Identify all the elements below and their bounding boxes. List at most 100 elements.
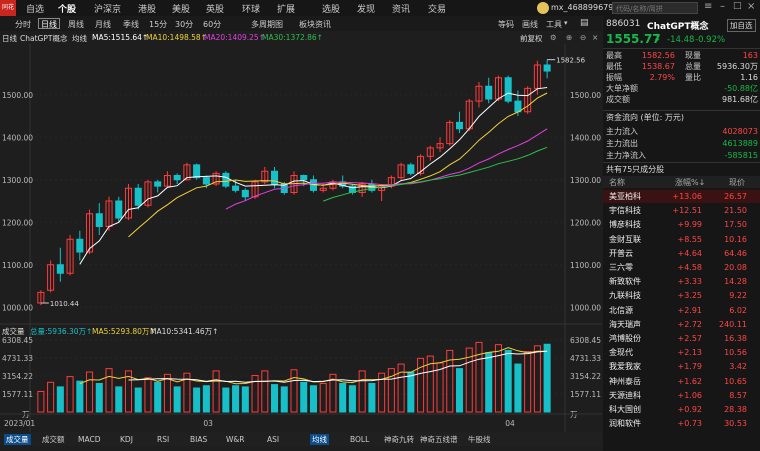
price-axis-label-left: 1200.00 bbox=[2, 218, 33, 227]
candle-body bbox=[173, 175, 181, 181]
period-tab-3[interactable]: 月线 bbox=[92, 18, 114, 29]
indicator-tab-1[interactable]: 成交额 bbox=[40, 434, 67, 445]
nav-tab-5[interactable]: 英股 bbox=[206, 2, 224, 15]
nav-tab-4[interactable]: 美股 bbox=[172, 2, 190, 15]
settings-icon[interactable]: ⚙ bbox=[550, 33, 557, 42]
constituent-row[interactable]: 海天瑞声 +2.72 240.11 bbox=[603, 318, 760, 331]
nav-tab-2[interactable]: 沪深京 bbox=[94, 2, 121, 15]
period-tab-6[interactable]: 30分 bbox=[172, 18, 196, 29]
user-name[interactable]: mx_468899679 bbox=[551, 3, 613, 12]
nav-tab-10[interactable]: 资讯 bbox=[392, 2, 410, 15]
indicator-tab-0[interactable]: 成交量 bbox=[4, 434, 31, 445]
user-avatar-icon[interactable] bbox=[537, 2, 549, 14]
tabs-icon[interactable]: ▤ bbox=[580, 18, 589, 28]
close-panel-icon[interactable]: × bbox=[592, 33, 598, 42]
zoom-out-icon[interactable]: ⊖ bbox=[580, 33, 586, 42]
nav-tab-11[interactable]: 交易 bbox=[428, 2, 446, 15]
adjust-label[interactable]: 前复权 bbox=[520, 33, 543, 44]
nav-tab-9[interactable]: 发现 bbox=[357, 2, 375, 15]
constituent-pct: +4.58 bbox=[677, 263, 702, 272]
constituent-row[interactable]: 金财互联 +8.55 10.16 bbox=[603, 233, 760, 246]
period-tab-0[interactable]: 分时 bbox=[12, 18, 34, 29]
close-icon[interactable]: × bbox=[747, 1, 755, 12]
indicator-tab-10[interactable]: 神奇九转 bbox=[382, 434, 416, 445]
constituent-row[interactable]: 鸿博股份 +2.57 16.38 bbox=[603, 332, 760, 345]
constituent-price: 10.16 bbox=[724, 234, 747, 244]
indicator-tab-7[interactable]: ASI bbox=[265, 434, 281, 445]
volume-bar bbox=[222, 387, 230, 413]
indicator-tab-3[interactable]: KDJ bbox=[118, 434, 135, 445]
header-pct[interactable]: 涨幅%↓ bbox=[675, 177, 705, 188]
constituents-header: 名称 涨幅%↓ 现价 bbox=[603, 176, 760, 188]
indicator-tab-4[interactable]: RSI bbox=[155, 434, 171, 445]
minimize-icon[interactable]: – bbox=[720, 1, 725, 12]
constituent-row[interactable]: 三六零 +4.58 20.08 bbox=[603, 261, 760, 274]
constituent-row[interactable]: 开普云 +4.64 64.46 bbox=[603, 247, 760, 260]
nav-tab-8[interactable]: 选股 bbox=[322, 2, 340, 15]
constituent-row[interactable]: 新致软件 +3.33 14.28 bbox=[603, 275, 760, 288]
period-tab-7[interactable]: 60分 bbox=[200, 18, 224, 29]
quote-code: 886031 bbox=[606, 19, 641, 29]
indicator-tab-9[interactable]: BOLL bbox=[348, 434, 371, 445]
indicator-tab-6[interactable]: W&R bbox=[224, 434, 246, 445]
stat-value: 1538.67 bbox=[641, 62, 675, 71]
indicator-tab-11[interactable]: 神奇五线谱 bbox=[418, 434, 460, 445]
constituent-price: 64.46 bbox=[724, 248, 747, 258]
volume-bar bbox=[47, 381, 55, 413]
constituent-row[interactable]: 九联科技 +3.25 9.22 bbox=[603, 289, 760, 302]
indicator-label[interactable]: 均线 bbox=[72, 33, 87, 44]
volume-axis-label-left: 3154.22 bbox=[2, 372, 33, 381]
nav-tab-0[interactable]: 自选 bbox=[26, 2, 44, 15]
nav-tab-1[interactable]: 个股 bbox=[58, 2, 76, 15]
maximize-icon[interactable]: □ bbox=[733, 1, 742, 11]
constituent-row[interactable]: 润和软件 +0.73 30.53 bbox=[603, 417, 760, 430]
constituent-name: 金现代 bbox=[609, 348, 633, 358]
indicator-tab-2[interactable]: MACD bbox=[76, 434, 102, 445]
search-input[interactable]: 代码/名称/简拼 bbox=[612, 2, 698, 14]
indicator-tab-5[interactable]: BIAS bbox=[188, 434, 209, 445]
draw-line-button[interactable]: 等码 bbox=[498, 19, 514, 30]
tools-button[interactable]: 工具 bbox=[546, 19, 562, 30]
sketch-button[interactable]: 画线 bbox=[522, 19, 538, 30]
constituent-name: 博彦科技 bbox=[609, 220, 641, 230]
constituent-row[interactable]: 我爱我家 +1.79 3.42 bbox=[603, 360, 760, 373]
menu-icon[interactable]: ≡ bbox=[704, 1, 712, 12]
constituent-row[interactable]: 神州泰岳 +1.62 10.65 bbox=[603, 375, 760, 388]
nav-tab-7[interactable]: 扩展 bbox=[277, 2, 295, 15]
nav-tab-3[interactable]: 港股 bbox=[138, 2, 156, 15]
constituent-price: 14.28 bbox=[724, 277, 747, 287]
flow-label: 主力净流入 bbox=[606, 151, 646, 160]
period-tab-9[interactable]: 板块资讯 bbox=[296, 18, 334, 29]
kline-chart[interactable]: 1500.00 1500.00 1400.00 1400.00 1300.00 1300.… bbox=[0, 44, 602, 436]
constituent-row[interactable]: 天源迪科 +1.06 8.57 bbox=[603, 389, 760, 402]
volume-bar bbox=[261, 370, 269, 413]
period-tab-1[interactable]: 日线 bbox=[38, 18, 60, 29]
add-watchlist-button[interactable]: 加自选 bbox=[727, 19, 756, 32]
constituent-row[interactable]: 科大国创 +0.92 28.38 bbox=[603, 403, 760, 416]
volume-bar bbox=[76, 380, 84, 413]
indicator-tab-8[interactable]: 均线 bbox=[310, 434, 329, 445]
constituent-row[interactable]: 宇信科技 +12.51 21.50 bbox=[603, 204, 760, 217]
candle-body bbox=[95, 213, 103, 227]
chevron-down-icon[interactable]: ▾ bbox=[564, 19, 568, 27]
header-name[interactable]: 名称 bbox=[609, 177, 625, 188]
volume-axis-label-right: 1577.11 bbox=[570, 390, 601, 399]
constituent-pct: +3.33 bbox=[677, 277, 702, 287]
nav-tab-6[interactable]: 环球 bbox=[242, 2, 260, 15]
indicator-tab-12[interactable]: 牛股线 bbox=[466, 434, 493, 445]
period-label: 日线 bbox=[2, 34, 17, 43]
period-tab-2[interactable]: 周线 bbox=[65, 18, 87, 29]
constituent-row[interactable]: 金现代 +2.13 10.56 bbox=[603, 346, 760, 359]
header-price[interactable]: 现价 bbox=[729, 177, 745, 188]
period-tab-4[interactable]: 季线 bbox=[120, 18, 142, 29]
constituent-row[interactable]: 北信源 +2.91 6.02 bbox=[603, 304, 760, 317]
constituent-row[interactable]: 美亚柏科 +13.06 26.57 bbox=[603, 190, 760, 203]
period-tab-8[interactable]: 多周期图 bbox=[248, 18, 286, 29]
constituent-pct: +1.06 bbox=[677, 390, 702, 400]
constituent-row[interactable]: 博彦科技 +9.99 17.50 bbox=[603, 218, 760, 231]
price-axis-label-left: 1100.00 bbox=[2, 261, 33, 270]
constituent-name: 金财互联 bbox=[609, 234, 641, 244]
volume-bar bbox=[319, 382, 327, 413]
zoom-in-icon[interactable]: ⊕ bbox=[566, 33, 572, 42]
period-tab-5[interactable]: 15分 bbox=[146, 18, 170, 29]
